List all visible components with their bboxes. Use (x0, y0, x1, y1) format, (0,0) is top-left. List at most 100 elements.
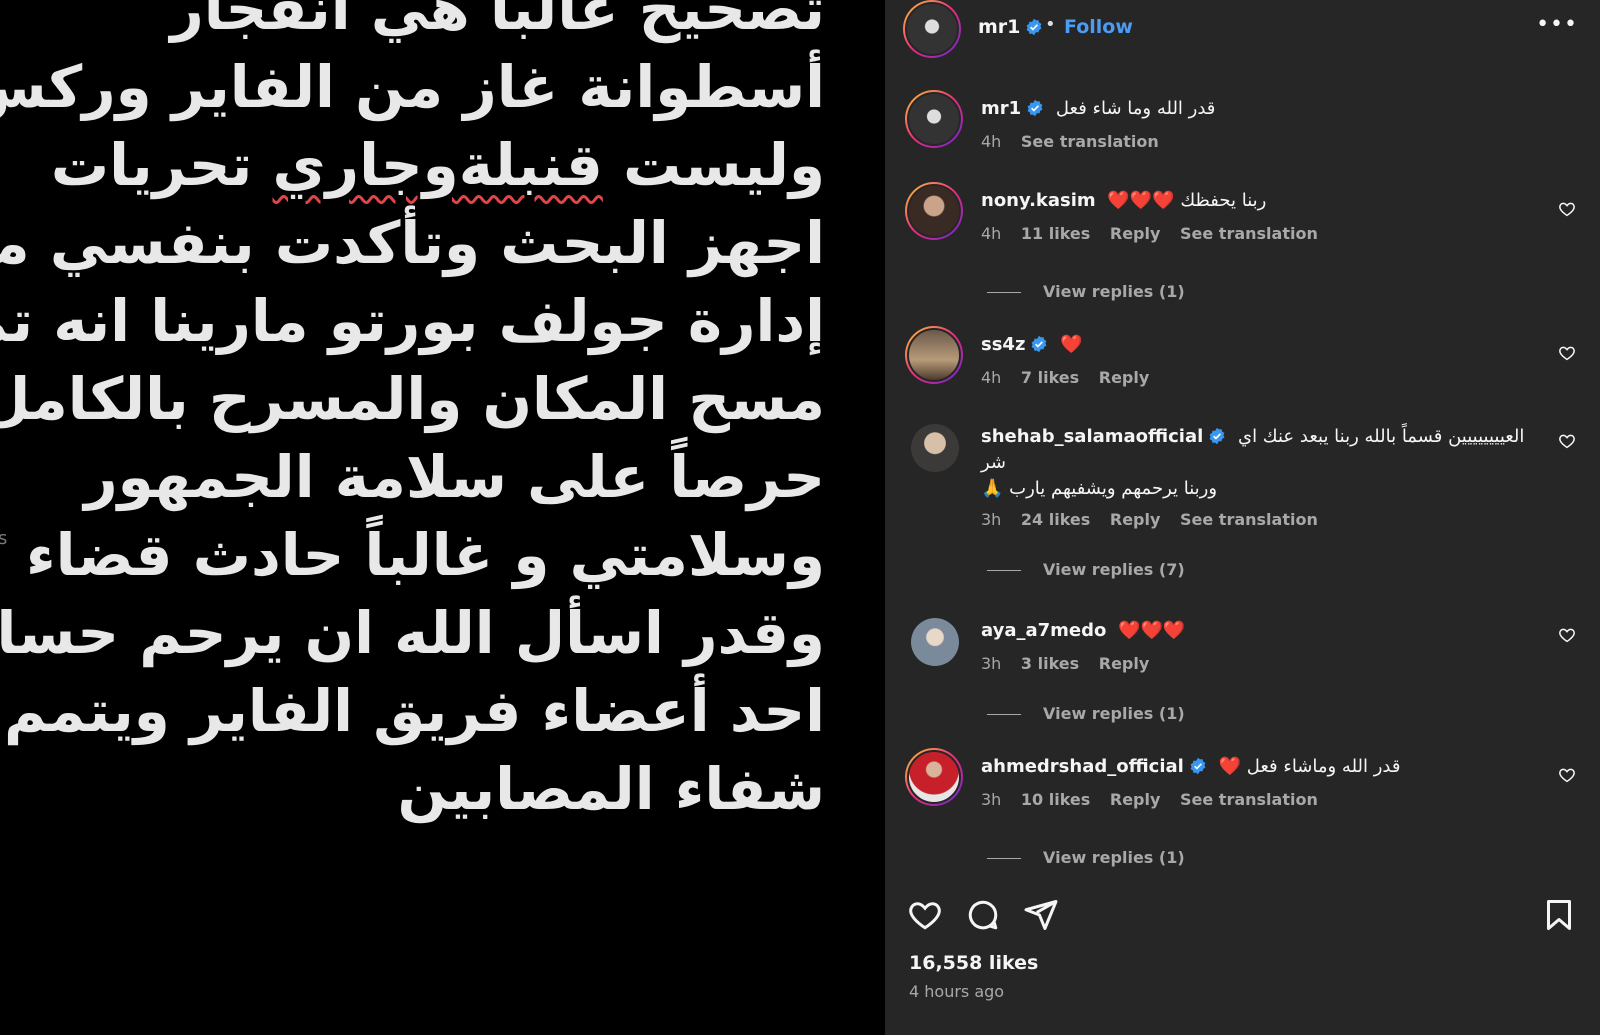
reply-line (987, 570, 1021, 571)
comment-time: 3h (981, 510, 1002, 529)
reply-button[interactable]: Reply (1099, 368, 1150, 387)
view-replies-label: View replies (1) (1043, 848, 1185, 867)
comment-list[interactable]: mr1 قدر الله وما شاء فعل 4h See translat… (885, 80, 1600, 870)
avatar[interactable] (905, 748, 963, 806)
comment-username[interactable]: nony.kasim (981, 190, 1096, 211)
comment-time: 3h (981, 654, 1002, 673)
author-username[interactable]: mr1 (978, 16, 1043, 38)
avatar[interactable] (905, 182, 963, 240)
comment-meta: 4h See translation (981, 132, 1173, 151)
avatar[interactable] (905, 326, 963, 384)
media-line: أسطوانة غاز من الفاير وركس (0, 53, 825, 121)
like-comment-heart-icon[interactable] (1558, 766, 1576, 784)
comment-body: aya_a7medo ❤️❤️❤️ (981, 618, 1540, 644)
comment-text: ❤️❤️❤️ (1118, 620, 1186, 641)
more-options-icon[interactable]: ••• (1536, 12, 1578, 37)
media-line: وليست قنبلةوجاري تحريات (51, 126, 825, 204)
see-translation-link[interactable]: See translation (1180, 224, 1318, 243)
avatar[interactable] (905, 90, 963, 148)
view-replies-button[interactable]: View replies (1) (987, 282, 1185, 301)
view-replies-button[interactable]: View replies (1) (987, 704, 1185, 723)
media-line: وسلامتي و غالباً حادث قضاء (25, 521, 825, 589)
like-heart-icon[interactable] (907, 897, 943, 933)
reply-line (987, 714, 1021, 715)
verified-icon (1190, 757, 1206, 775)
view-replies-button[interactable]: View replies (1) (987, 848, 1185, 867)
like-comment-heart-icon[interactable] (1558, 432, 1576, 450)
comment-meta: 4h 7 likes Reply (981, 368, 1163, 387)
verified-icon (1026, 18, 1042, 36)
post-timestamp: 4 hours ago (909, 982, 1005, 1001)
reply-button[interactable]: Reply (1110, 224, 1161, 243)
comment-likes[interactable]: 11 likes (1021, 224, 1090, 243)
post-likes-count[interactable]: 16,558 likes (909, 952, 1038, 974)
comment-likes[interactable]: 24 likes (1021, 510, 1090, 529)
view-replies-label: View replies (1) (1043, 282, 1185, 301)
media-line: إدارة جولف بورتو مارينا انه تم (0, 287, 825, 355)
view-replies-label: View replies (1) (1043, 704, 1185, 723)
comment-username[interactable]: mr1 (981, 98, 1044, 119)
reply-line (987, 858, 1021, 859)
media-line: شفاء المصابين (397, 755, 825, 823)
media-line: مسح المكان والمسرح بالكامل (0, 365, 825, 433)
follow-button[interactable]: Follow (1064, 16, 1133, 38)
media-line-part: تحريات (50, 131, 273, 199)
like-comment-heart-icon[interactable] (1558, 344, 1576, 362)
media-text: تصحيح غالباً هي انفجار أسطوانة غاز من ال… (0, 0, 825, 828)
separator: • (1045, 14, 1056, 35)
comment-meta: 4h 11 likes Reply See translation (981, 224, 1332, 243)
verified-icon (1032, 335, 1047, 353)
comment-meta: 3h 24 likes Reply See translation (981, 510, 1332, 529)
comment-text: ربنا يحفظك ❤️❤️❤️ (1107, 190, 1267, 211)
media-line: حرصاً على سلامة الجمهور (84, 443, 825, 511)
comment-username[interactable]: aya_a7medo (981, 620, 1106, 641)
post-action-bar (885, 880, 1600, 941)
username-text: ss4z (981, 334, 1026, 355)
comment-body: ahmedrshad_official قدر الله وماشاء فعل … (981, 754, 1540, 780)
see-translation-link[interactable]: See translation (1021, 132, 1159, 151)
see-translation-link[interactable]: See translation (1180, 510, 1318, 529)
reply-button[interactable]: Reply (1110, 510, 1161, 529)
media-line: اجهز البحث وتأكدت بنفسي من (0, 209, 825, 277)
comment-body: nony.kasim ربنا يحفظك ❤️❤️❤️ (981, 188, 1540, 214)
media-line-part: وليست (602, 131, 825, 199)
reply-button[interactable]: Reply (1110, 790, 1161, 809)
save-bookmark-icon[interactable] (1541, 897, 1577, 933)
comment-username[interactable]: ahmedrshad_official (981, 756, 1207, 777)
media-line: احد أعضاء فريق الفاير ويتمم (3, 677, 825, 745)
comment-time: 4h (981, 368, 1002, 387)
like-comment-heart-icon[interactable] (1558, 626, 1576, 644)
comment-time: 4h (981, 132, 1002, 151)
avatar[interactable] (911, 618, 959, 666)
verified-icon (1209, 427, 1225, 445)
edge-text: s (0, 528, 8, 549)
comment-likes[interactable]: 7 likes (1021, 368, 1079, 387)
reply-line (987, 292, 1021, 293)
comment-username[interactable]: ss4z (981, 334, 1048, 355)
verified-icon (1027, 99, 1043, 117)
see-translation-link[interactable]: See translation (1180, 790, 1318, 809)
username-text: ahmedrshad_official (981, 756, 1184, 777)
share-icon[interactable] (1023, 897, 1059, 933)
like-comment-heart-icon[interactable] (1558, 200, 1576, 218)
comment-icon[interactable] (965, 897, 1001, 933)
view-replies-button[interactable]: View replies (7) (987, 560, 1185, 579)
comment-time: 4h (981, 224, 1002, 243)
comment-text: ❤️ (1060, 334, 1083, 355)
comment-username[interactable]: shehab_salamaofficial (981, 426, 1226, 447)
comment-likes[interactable]: 3 likes (1021, 654, 1079, 673)
avatar[interactable] (911, 424, 959, 472)
avatar[interactable] (903, 0, 961, 58)
comment-body: shehab_salamaofficial العيييييييين قسماً… (981, 424, 1540, 502)
view-replies-label: View replies (7) (1043, 560, 1185, 579)
comment-likes[interactable]: 10 likes (1021, 790, 1090, 809)
post-media[interactable]: s تصحيح غالباً هي انفجار أسطوانة غاز من … (0, 0, 885, 1035)
comment-meta: 3h 3 likes Reply (981, 654, 1163, 673)
username-text: mr1 (981, 98, 1022, 119)
media-line: وقدر اسأل الله ان يرحم حسام (0, 599, 825, 667)
reply-button[interactable]: Reply (1099, 654, 1150, 673)
comment-text: قدر الله وما شاء فعل (1055, 98, 1216, 119)
comment-text: قدر الله وماشاء فعل ❤️ (1218, 756, 1401, 777)
comment-meta: 3h 10 likes Reply See translation (981, 790, 1332, 809)
username-text: mr1 (978, 16, 1021, 38)
